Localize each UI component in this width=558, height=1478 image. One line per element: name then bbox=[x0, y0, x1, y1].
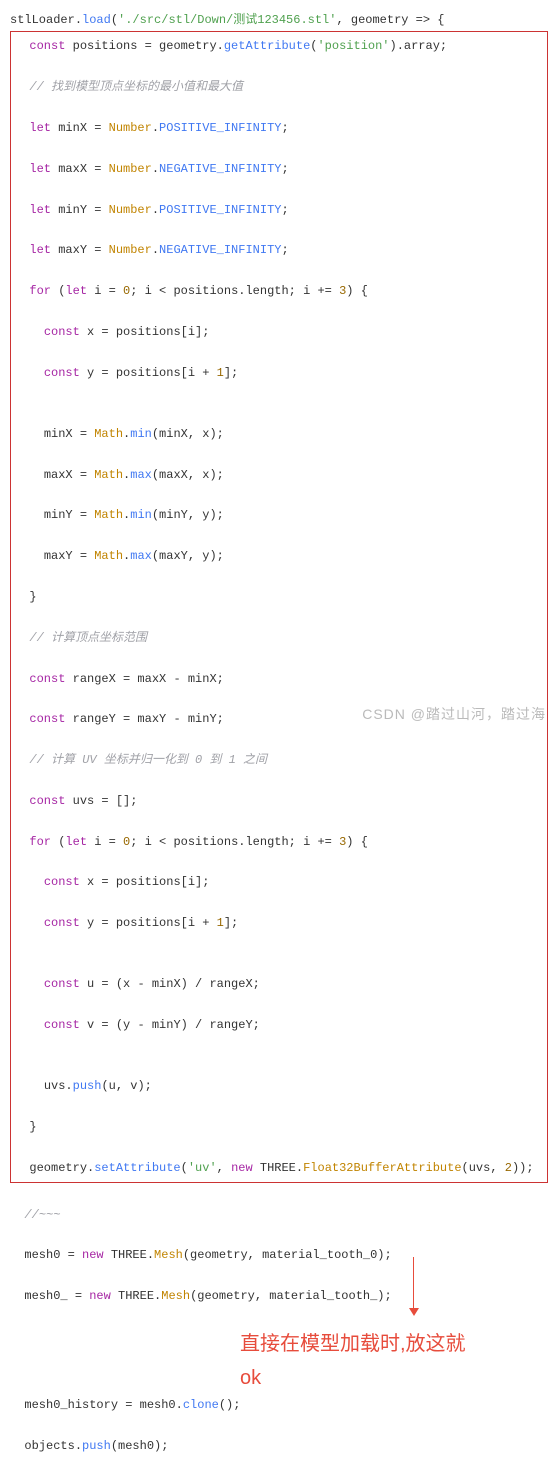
annotation-text: 直接在模型加载时,放这就ok bbox=[240, 1327, 510, 1395]
code-block: stlLoader.load('./src/stl/Down/测试123456.… bbox=[10, 10, 548, 1478]
watermark: CSDN @踏过山河，踏过海 bbox=[362, 703, 546, 727]
highlighted-code-box: const positions = geometry.getAttribute(… bbox=[10, 31, 548, 1183]
